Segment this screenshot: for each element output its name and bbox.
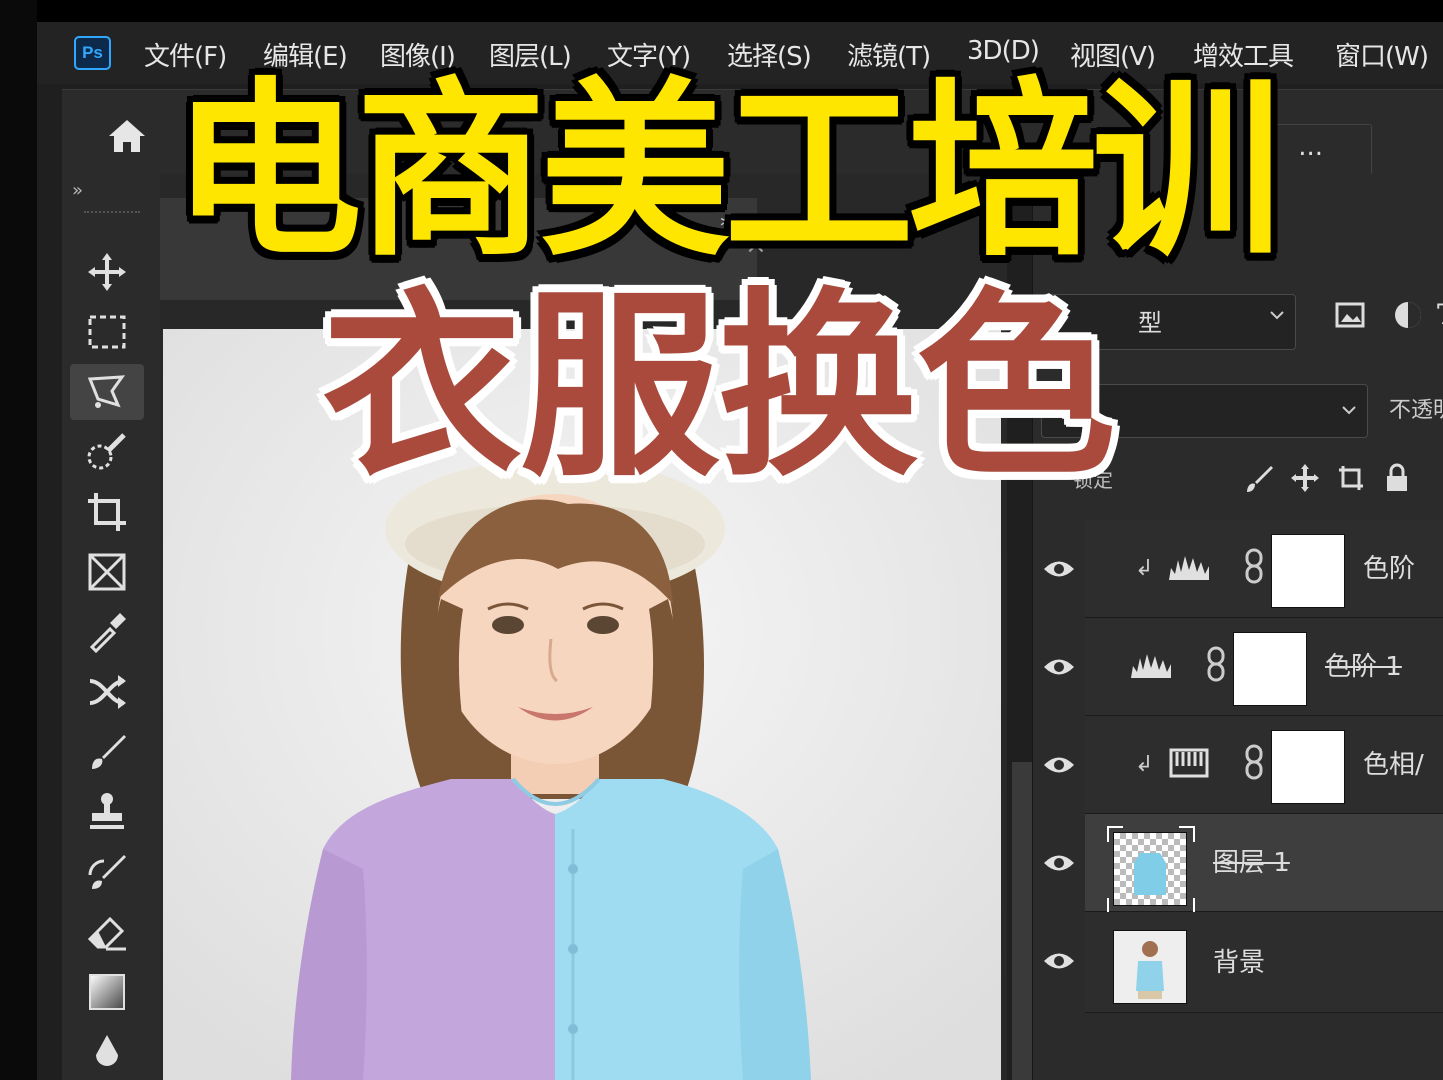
frame-tool[interactable]: [70, 544, 144, 600]
more-options-button[interactable]: ...: [1272, 124, 1372, 176]
eye-icon: [1044, 855, 1074, 870]
layer-name[interactable]: 图层 1: [1213, 842, 1290, 879]
eye-icon: [1044, 561, 1074, 576]
selection-corner: [1107, 826, 1123, 842]
layer-mask-thumbnail[interactable]: [1233, 632, 1307, 706]
polygon-lasso-icon: [87, 375, 126, 408]
toolbar-grip[interactable]: [84, 211, 140, 217]
eraser-tool[interactable]: [70, 904, 144, 960]
quick-selection-icon: [87, 433, 126, 470]
blur-tool[interactable]: [70, 1024, 144, 1080]
clipping-arrow-icon: ↲: [1135, 556, 1154, 581]
gradient-tool[interactable]: [70, 964, 144, 1020]
stamp-tool[interactable]: [70, 784, 144, 840]
move-icon: [88, 253, 126, 291]
ps-logo-icon[interactable]: Ps: [74, 36, 111, 70]
layer-name[interactable]: 色相/: [1363, 744, 1424, 781]
layer-row-levels[interactable]: ↲ 色阶: [1044, 520, 1443, 618]
brush-tool[interactable]: [70, 724, 144, 780]
levels-icon: [1169, 556, 1209, 580]
visibility-toggle[interactable]: [1033, 912, 1085, 1009]
hue-saturation-icon: [1169, 748, 1209, 778]
chevron-down-icon: [1270, 311, 1284, 320]
toolbar-expand-button[interactable]: »: [72, 180, 83, 201]
canvas-scrollbar[interactable]: [1012, 762, 1032, 1080]
eraser-icon: [87, 916, 126, 951]
content-aware-move-icon: [89, 675, 126, 709]
screen-left-border: [0, 0, 37, 1080]
layer-mask-thumbnail[interactable]: [1271, 534, 1345, 608]
eyedropper-icon: [89, 613, 126, 654]
photo-thumbnail-icon: [1136, 941, 1164, 999]
brush-icon: [92, 735, 126, 769]
blur-drop-icon: [96, 1035, 118, 1066]
healing-tool[interactable]: [70, 664, 144, 720]
layer-name[interactable]: 色阶: [1363, 548, 1415, 585]
lock-pixels-brush-icon[interactable]: [1243, 462, 1275, 494]
overlay-title-line1: 电商美工培训: [172, 61, 1282, 282]
image-filter-icon[interactable]: [1333, 298, 1367, 332]
tools-panel: »: [62, 174, 161, 1080]
overlay-title-line2: 衣服换色: [322, 271, 1116, 504]
visibility-toggle[interactable]: [1033, 520, 1085, 617]
frame-icon: [88, 553, 126, 591]
gradient-icon: [89, 974, 125, 1010]
type-filter-icon[interactable]: T: [1437, 298, 1443, 331]
clone-stamp-icon: [90, 793, 124, 829]
marquee-tool[interactable]: [70, 304, 144, 360]
adjustment-filter-icon[interactable]: [1391, 298, 1425, 332]
screen-top-border: [0, 0, 1443, 22]
levels-icon: [1131, 654, 1171, 678]
eyedropper-tool[interactable]: [70, 604, 144, 660]
history-brush-icon: [88, 855, 126, 889]
visibility-toggle[interactable]: [1033, 716, 1085, 813]
chain-link-icon[interactable]: [1205, 646, 1227, 682]
lasso-tool[interactable]: [70, 364, 144, 420]
lock-position-move-icon[interactable]: [1289, 462, 1321, 494]
layer-thumbnail[interactable]: [1113, 930, 1187, 1004]
eye-icon: [1044, 757, 1074, 772]
layer-name[interactable]: 背景: [1213, 942, 1265, 979]
quick-select-tool[interactable]: [70, 424, 144, 480]
eye-icon: [1044, 953, 1074, 968]
chevron-down-icon: [1342, 406, 1356, 415]
layer-mask-thumbnail[interactable]: [1271, 730, 1345, 804]
home-icon[interactable]: [107, 118, 147, 154]
visibility-toggle[interactable]: [1033, 814, 1085, 911]
layer-row-hue[interactable]: ↲ 色相/: [1044, 716, 1443, 814]
layer-row-layer-1[interactable]: 图层 1: [1044, 814, 1443, 914]
opacity-label: 不透明: [1389, 398, 1443, 423]
layer-name[interactable]: 色阶 1: [1325, 646, 1402, 683]
layer-row-levels-1[interactable]: 色阶 1: [1044, 618, 1443, 716]
shirt-thumbnail-icon: [1134, 853, 1166, 895]
crop-tool[interactable]: [70, 484, 144, 540]
layer-thumbnail[interactable]: [1113, 832, 1187, 906]
crop-icon: [88, 493, 126, 531]
lock-artboard-icon[interactable]: [1335, 462, 1367, 494]
chain-link-icon[interactable]: [1243, 548, 1265, 584]
history-brush-tool[interactable]: [70, 844, 144, 900]
lock-all-icon[interactable]: [1381, 462, 1413, 494]
layer-row-background[interactable]: 背景: [1044, 912, 1443, 1013]
selection-corner: [1179, 826, 1195, 842]
eye-icon: [1044, 659, 1074, 674]
move-tool[interactable]: [70, 244, 144, 300]
filter-label: 型: [1138, 309, 1162, 337]
rect-marquee-icon: [88, 315, 126, 349]
chain-link-icon[interactable]: [1243, 744, 1265, 780]
menu-window[interactable]: 窗口(W): [1335, 36, 1429, 73]
visibility-toggle[interactable]: [1033, 618, 1085, 715]
clipping-arrow-icon: ↲: [1135, 752, 1154, 777]
